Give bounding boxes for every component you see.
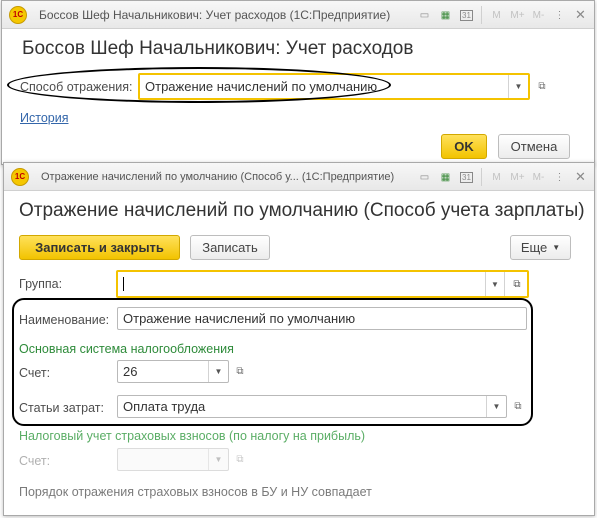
group-label: Группа: (19, 277, 63, 291)
tax-system-group-title: Основная система налогообложения (19, 342, 234, 356)
calendar-icon[interactable]: 31 (457, 167, 476, 187)
save-and-close-button[interactable]: Записать и закрыть (19, 235, 180, 260)
more-icon[interactable]: ⋮ (550, 167, 569, 187)
memory-plus-button[interactable]: M+ (508, 167, 527, 187)
account-label: Счет: (19, 366, 51, 380)
calendar-icon[interactable]: 31 (457, 5, 476, 25)
insurance-note: Порядок отражения страховых взносов в БУ… (19, 485, 372, 499)
memory-minus-button[interactable]: M- (529, 5, 548, 25)
printer-icon[interactable]: ▭ (415, 167, 434, 187)
calculator-icon[interactable]: ▦ (436, 167, 455, 187)
account-value: 26 (123, 364, 138, 379)
cost-field[interactable]: Оплата труда ▼ (117, 395, 507, 418)
open-form-icon[interactable]: ⧉ (532, 76, 552, 96)
dropdown-arrow-icon[interactable]: ▼ (208, 361, 228, 382)
accrual-window-toolbar: ▭ ▦ 31 M M+ M- ⋮ ✕ (415, 163, 590, 191)
dropdown-arrow-icon: ▼ (208, 449, 228, 470)
open-form-icon[interactable]: ⧉ (230, 361, 250, 381)
open-form-icon[interactable]: ⧉ (507, 272, 527, 296)
more-icon[interactable]: ⋮ (550, 5, 569, 25)
logo-1c-icon: 1С (9, 5, 27, 24)
accrual-window-title: Отражение начислений по умолчанию (Спосо… (41, 170, 395, 183)
open-form-icon[interactable]: ⧉ (508, 396, 528, 416)
expense-window-title: Боссов Шеф Начальникович: Учет расходов … (39, 7, 391, 22)
accrual-window-heading: Отражение начислений по умолчанию (Спосо… (19, 200, 585, 221)
accrual-window-titlebar: 1С Отражение начислений по умолчанию (Сп… (4, 163, 594, 191)
memory-minus-button[interactable]: M- (529, 167, 548, 187)
expense-window: 1С Боссов Шеф Начальникович: Учет расход… (1, 0, 595, 165)
ok-button[interactable]: OK (441, 134, 487, 159)
close-icon[interactable]: ✕ (571, 167, 590, 187)
cost-value: Оплата труда (123, 399, 206, 414)
calculator-icon[interactable]: ▦ (436, 5, 455, 25)
method-label: Способ отражения: (20, 80, 133, 94)
text-cursor (123, 277, 124, 291)
dropdown-arrow-icon[interactable]: ▼ (485, 272, 505, 296)
memory-button[interactable]: M (487, 167, 506, 187)
expense-window-toolbar: ▭ ▦ 31 M M+ M- ⋮ ✕ (415, 1, 590, 29)
open-form-icon: ⧉ (236, 453, 244, 465)
history-link[interactable]: История (20, 111, 68, 125)
more-actions-label: Еще (520, 240, 548, 255)
group-field[interactable]: ▼ ⧉ (116, 270, 529, 298)
close-icon[interactable]: ✕ (571, 5, 590, 25)
more-actions-button[interactable]: Еще ▼ (510, 235, 571, 260)
cost-label: Статьи затрат: (19, 401, 104, 415)
name-label: Наименование: (19, 313, 110, 327)
logo-1c-icon: 1С (11, 167, 29, 186)
toolbar-separator (481, 168, 482, 186)
toolbar-separator (481, 6, 482, 24)
cancel-button[interactable]: Отмена (498, 134, 570, 159)
printer-icon[interactable]: ▭ (415, 5, 434, 25)
method-value: Отражение начислений по умолчанию (145, 79, 378, 94)
accrual-window: 1С Отражение начислений по умолчанию (Сп… (3, 162, 595, 516)
memory-button[interactable]: M (487, 5, 506, 25)
method-field[interactable]: Отражение начислений по умолчанию ▼ (138, 73, 530, 100)
name-value: Отражение начислений по умолчанию (123, 311, 356, 326)
expense-window-heading: Боссов Шеф Начальникович: Учет расходов (22, 38, 414, 59)
insurance-group-title: Налоговый учет страховых взносов (по нал… (19, 429, 366, 443)
memory-plus-button[interactable]: M+ (508, 5, 527, 25)
name-field[interactable]: Отражение начислений по умолчанию (117, 307, 527, 330)
account2-field: ▼ (117, 448, 229, 471)
account-field[interactable]: 26 ▼ (117, 360, 229, 383)
save-button[interactable]: Записать (190, 235, 270, 260)
account2-label: Счет: (19, 454, 51, 468)
dropdown-arrow-icon[interactable]: ▼ (486, 396, 506, 417)
chevron-down-icon: ▼ (552, 243, 561, 252)
dropdown-arrow-icon[interactable]: ▼ (508, 75, 528, 98)
expense-window-titlebar: 1С Боссов Шеф Начальникович: Учет расход… (2, 1, 594, 29)
